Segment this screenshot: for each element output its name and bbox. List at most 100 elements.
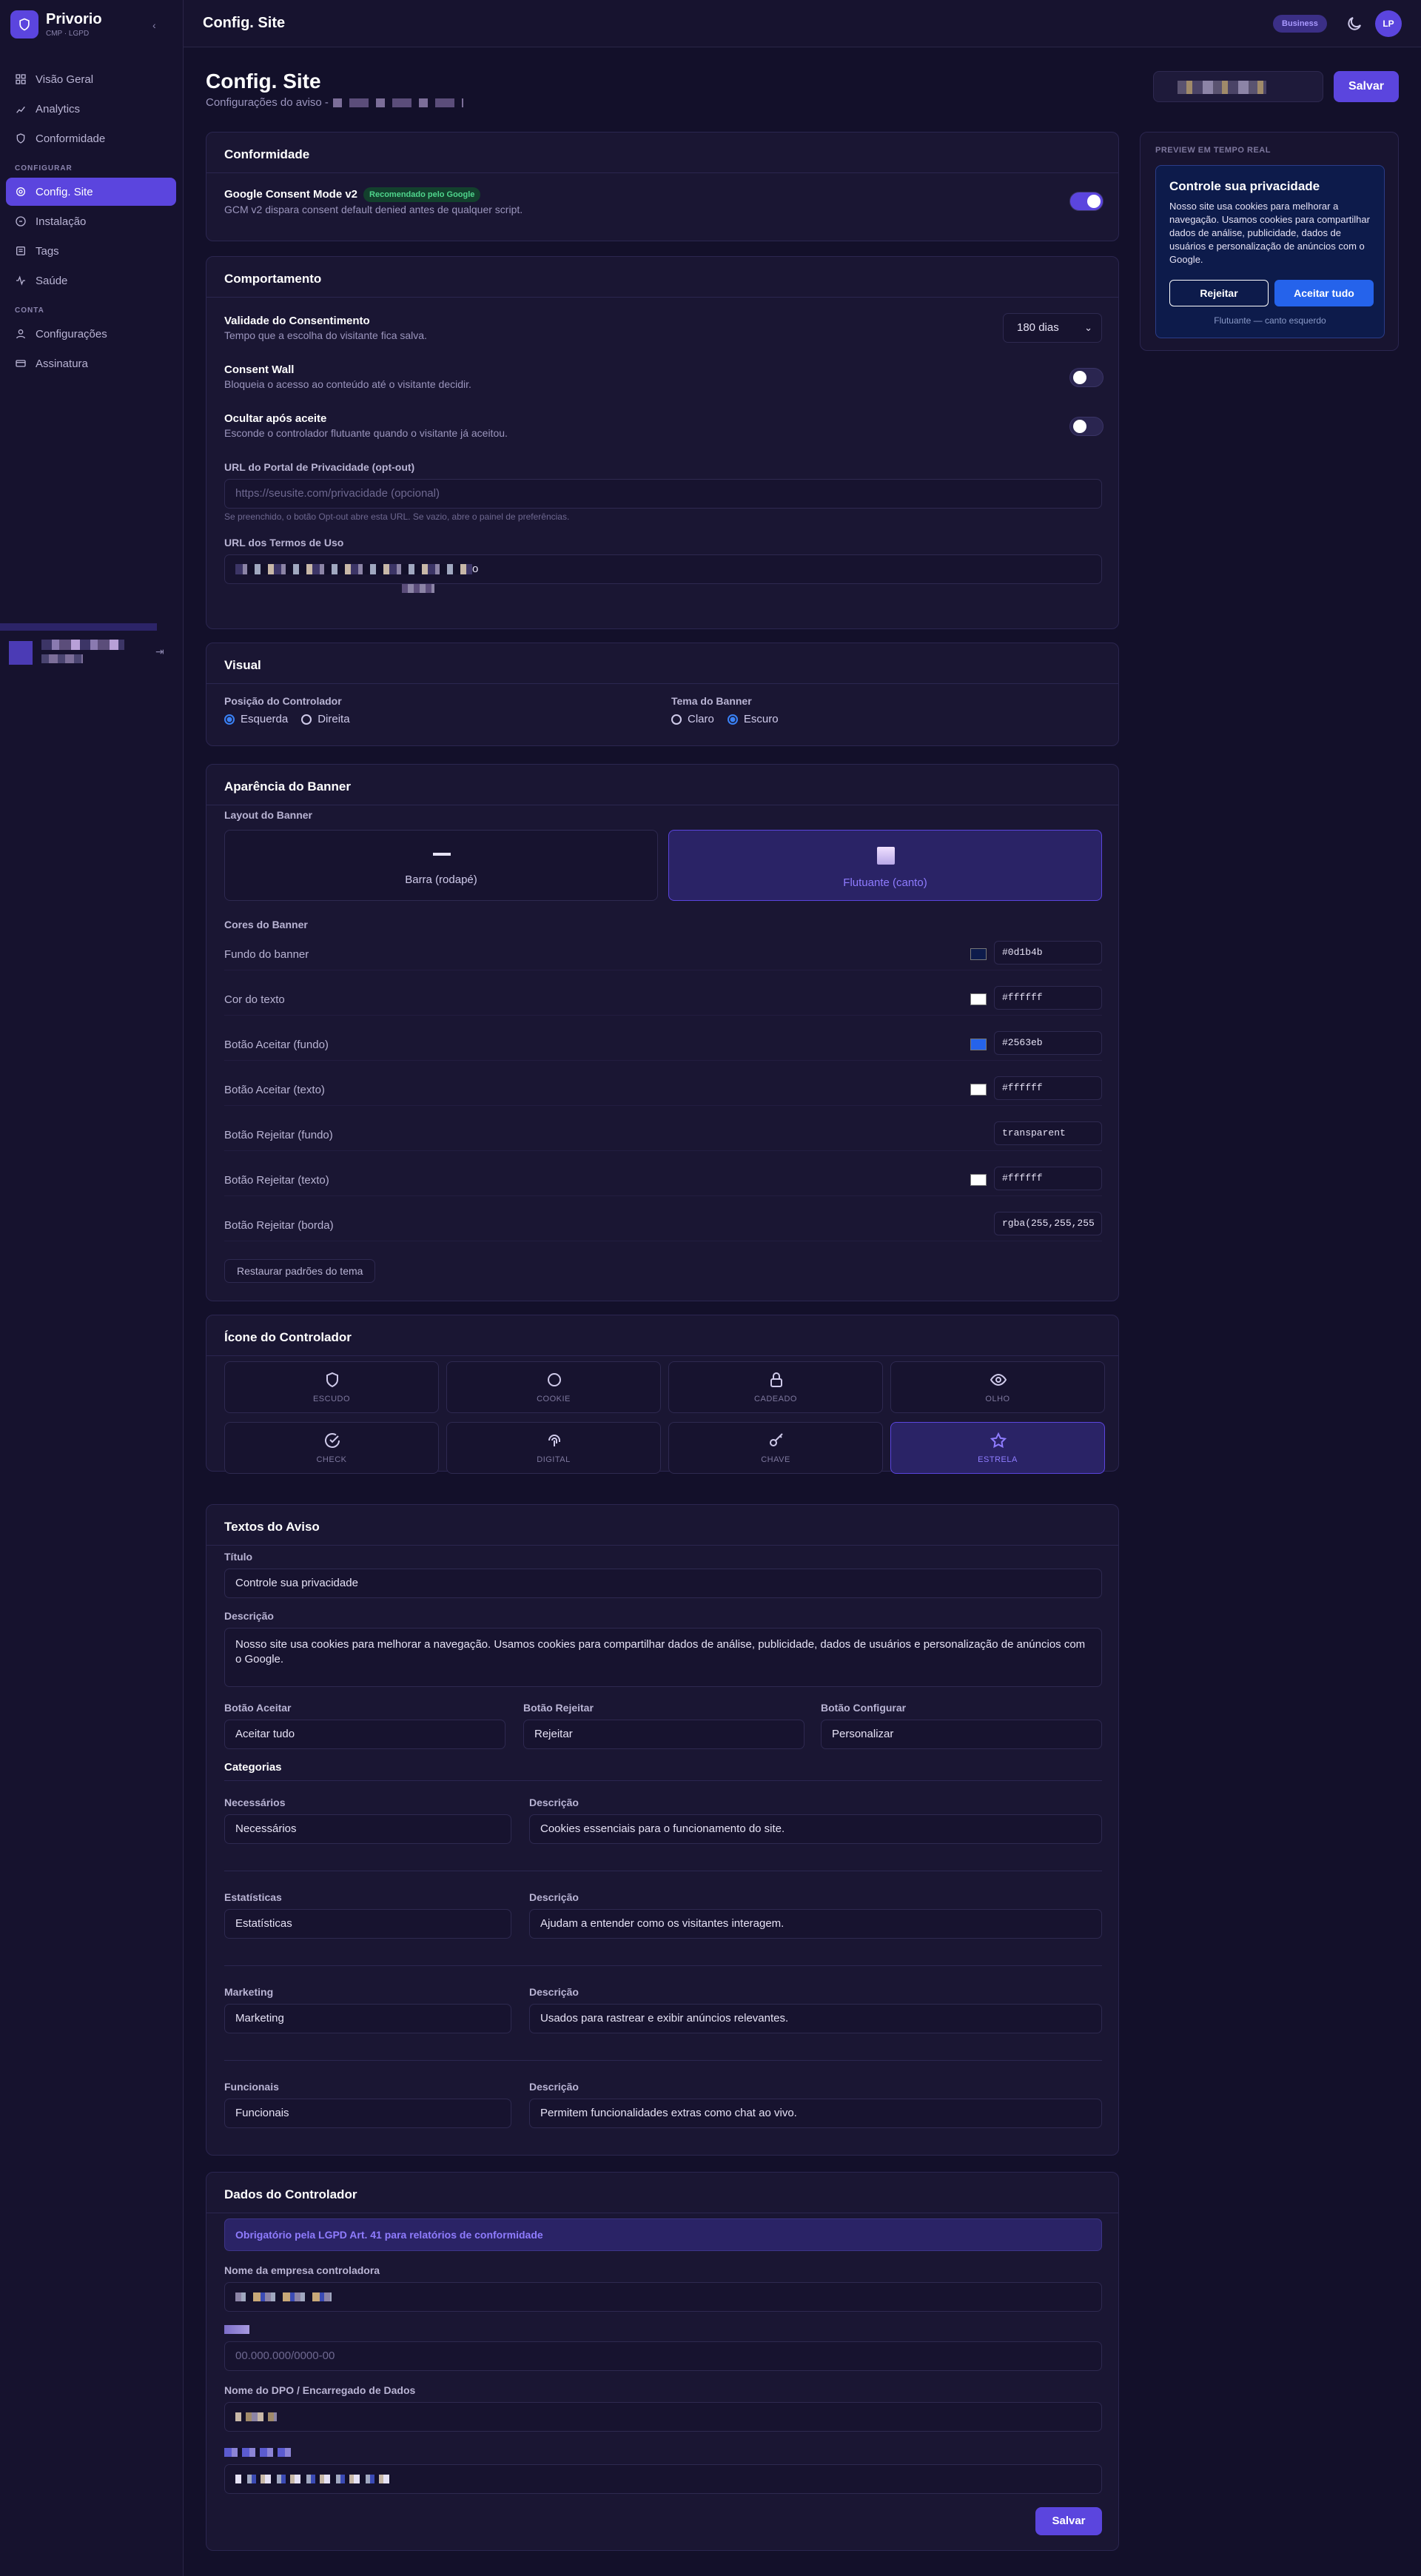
floating-layout-icon xyxy=(877,847,895,865)
sidebar-item-saude[interactable]: Saúde xyxy=(6,266,176,295)
icon-option-label: CHAVE xyxy=(761,1455,790,1464)
icon-option-olho[interactable]: OLHO xyxy=(890,1361,1105,1413)
user-name-redacted xyxy=(41,640,124,650)
moon-icon[interactable] xyxy=(1346,15,1363,33)
color-hex-input[interactable]: #ffffff xyxy=(994,1076,1102,1100)
categoria-name-input[interactable]: Necessários xyxy=(224,1814,511,1844)
radio-label: Direita xyxy=(318,713,350,725)
sidebar-item-assinatura[interactable]: Assinatura xyxy=(6,349,176,378)
color-hex-input[interactable]: #ffffff xyxy=(994,986,1102,1010)
dpo-input[interactable] xyxy=(224,2402,1102,2432)
consent-wall-toggle[interactable] xyxy=(1069,368,1103,387)
divider xyxy=(224,2060,1102,2061)
sidebar-item-configuracoes[interactable]: Configurações xyxy=(6,320,176,348)
sidebar-item-analytics[interactable]: Analytics xyxy=(6,95,176,123)
color-swatch[interactable] xyxy=(970,993,987,1005)
ocultar-toggle[interactable] xyxy=(1069,417,1103,436)
gcm-toggle[interactable] xyxy=(1069,192,1103,211)
color-hex-input[interactable]: #0d1b4b xyxy=(994,941,1102,965)
categoria-name-input[interactable]: Marketing xyxy=(224,2004,511,2033)
color-row: Botão Rejeitar (texto) #ffffff xyxy=(224,1167,1102,1196)
divider xyxy=(206,1355,1118,1356)
collapse-sidebar-icon[interactable]: ‹ xyxy=(152,19,156,31)
layout-barra[interactable]: Barra (rodapé) xyxy=(224,830,658,901)
color-swatch[interactable] xyxy=(970,1174,987,1186)
icon-option-chave[interactable]: CHAVE xyxy=(668,1422,883,1474)
radio-esquerda[interactable]: Esquerda xyxy=(224,713,288,725)
site-selector[interactable] xyxy=(1153,71,1323,102)
sidebar-item-label: Saúde xyxy=(36,274,68,287)
color-swatch[interactable] xyxy=(970,1084,987,1096)
radio-label: Esquerda xyxy=(241,713,289,725)
avatar[interactable] xyxy=(9,641,33,665)
sidebar-item-visao-geral[interactable]: Visão Geral xyxy=(6,65,176,93)
color-name: Botão Aceitar (fundo) xyxy=(224,1039,329,1051)
logout-icon[interactable]: ⇥ xyxy=(155,645,164,658)
titulo-input[interactable]: Controle sua privacidade xyxy=(224,1569,1102,1598)
icon-option-cadeado[interactable]: CADEADO xyxy=(668,1361,883,1413)
cnpj-input[interactable]: 00.000.000/0000-00 xyxy=(224,2341,1102,2371)
restore-defaults-button[interactable]: Restaurar padrões do tema xyxy=(224,1259,376,1283)
divider xyxy=(224,1965,1102,1966)
portal-url-input[interactable]: https://seusite.com/privacidade (opciona… xyxy=(224,479,1102,509)
color-hex-input[interactable]: rgba(255,255,255 xyxy=(994,1212,1102,1235)
aceitar-input[interactable]: Aceitar tudo xyxy=(224,1720,505,1749)
color-row: Cor do texto #ffffff xyxy=(224,986,1102,1016)
categoria-name-input[interactable]: Funcionais xyxy=(224,2099,511,2128)
categoria-desc-input[interactable]: Usados para rastrear e exibir anúncios r… xyxy=(529,2004,1102,2033)
sidebar-item-tags[interactable]: Tags xyxy=(6,237,176,265)
dpo-email-input[interactable] xyxy=(224,2464,1102,2494)
user-avatar[interactable]: LP xyxy=(1375,10,1402,37)
icon-option-estrela[interactable]: ESTRELA xyxy=(890,1422,1105,1474)
categoria-desc-input[interactable]: Permitem funcionalidades extras como cha… xyxy=(529,2099,1102,2128)
color-name: Botão Rejeitar (fundo) xyxy=(224,1129,333,1141)
termos-url-redacted-2 xyxy=(402,584,434,593)
save-button[interactable]: Salvar xyxy=(1334,71,1399,102)
grid-icon xyxy=(16,74,26,84)
icon-option-check[interactable]: CHECK xyxy=(224,1422,439,1474)
card-icone: Ícone do Controlador ESCUDO COOKIE CADEA… xyxy=(206,1315,1119,1474)
layout-flutuante[interactable]: Flutuante (canto) xyxy=(668,830,1102,901)
save-controlador-button[interactable]: Salvar xyxy=(1035,2507,1102,2535)
icon-option-digital[interactable]: DIGITAL xyxy=(446,1422,661,1474)
portal-label: URL do Portal de Privacidade (opt-out) xyxy=(224,461,415,473)
icon-option-escudo[interactable]: ESCUDO xyxy=(224,1361,439,1413)
sidebar-item-config-site[interactable]: Config. Site xyxy=(6,178,176,206)
validade-select[interactable]: 180 dias ⌄ xyxy=(1003,313,1102,343)
categoria-name-input[interactable]: Estatísticas xyxy=(224,1909,511,1939)
icon-option-cookie[interactable]: COOKIE xyxy=(446,1361,661,1413)
sidebar-item-conformidade[interactable]: Conformidade xyxy=(6,124,176,152)
preview-title: Controle sua privacidade xyxy=(1169,179,1320,193)
rejeitar-input[interactable]: Rejeitar xyxy=(523,1720,804,1749)
preview-label: PREVIEW EM TEMPO REAL xyxy=(1155,146,1271,155)
wall-label: Consent Wall xyxy=(224,363,295,376)
page-title: Config. Site xyxy=(206,70,321,93)
sidebar-section-conta: CONTA xyxy=(15,306,44,315)
radio-label: Escuro xyxy=(743,713,779,725)
sidebar-item-label: Visão Geral xyxy=(36,73,94,86)
descricao-textarea[interactable]: Nosso site usa cookies para melhorar a n… xyxy=(224,1628,1102,1687)
categoria-desc-input[interactable]: Ajudam a entender como os visitantes int… xyxy=(529,1909,1102,1939)
termos-url-input[interactable]: o xyxy=(224,554,1102,584)
radio-direita[interactable]: Direita xyxy=(301,713,350,725)
preview-accept-button[interactable]: Aceitar tudo xyxy=(1274,280,1374,306)
radio-escuro[interactable]: Escuro xyxy=(727,713,779,725)
empresa-input[interactable] xyxy=(224,2282,1102,2312)
color-hex-input[interactable]: #2563eb xyxy=(994,1031,1102,1055)
sidebar-item-instalacao[interactable]: Instalação xyxy=(6,207,176,235)
categoria-desc-label: Descrição xyxy=(529,1891,579,1903)
wall-help: Bloqueia o acesso ao conteúdo até o visi… xyxy=(224,378,471,390)
color-hex-input[interactable]: transparent xyxy=(994,1121,1102,1145)
preview-reject-button[interactable]: Rejeitar xyxy=(1169,280,1269,306)
sidebar-section-configurar: CONFIGURAR xyxy=(15,164,73,172)
categoria-desc-input[interactable]: Cookies essenciais para o funcionamento … xyxy=(529,1814,1102,1844)
color-swatch[interactable] xyxy=(970,1039,987,1050)
color-swatch[interactable] xyxy=(970,948,987,960)
sidebar-item-label: Assinatura xyxy=(36,357,88,370)
radio-claro[interactable]: Claro xyxy=(671,713,714,725)
topbar-title: Config. Site xyxy=(203,15,286,31)
configurar-input[interactable]: Personalizar xyxy=(821,1720,1102,1749)
brand[interactable]: Privorio CMP · LGPD xyxy=(10,10,102,38)
color-hex-input[interactable]: #ffffff xyxy=(994,1167,1102,1190)
eye-icon xyxy=(990,1373,1007,1386)
